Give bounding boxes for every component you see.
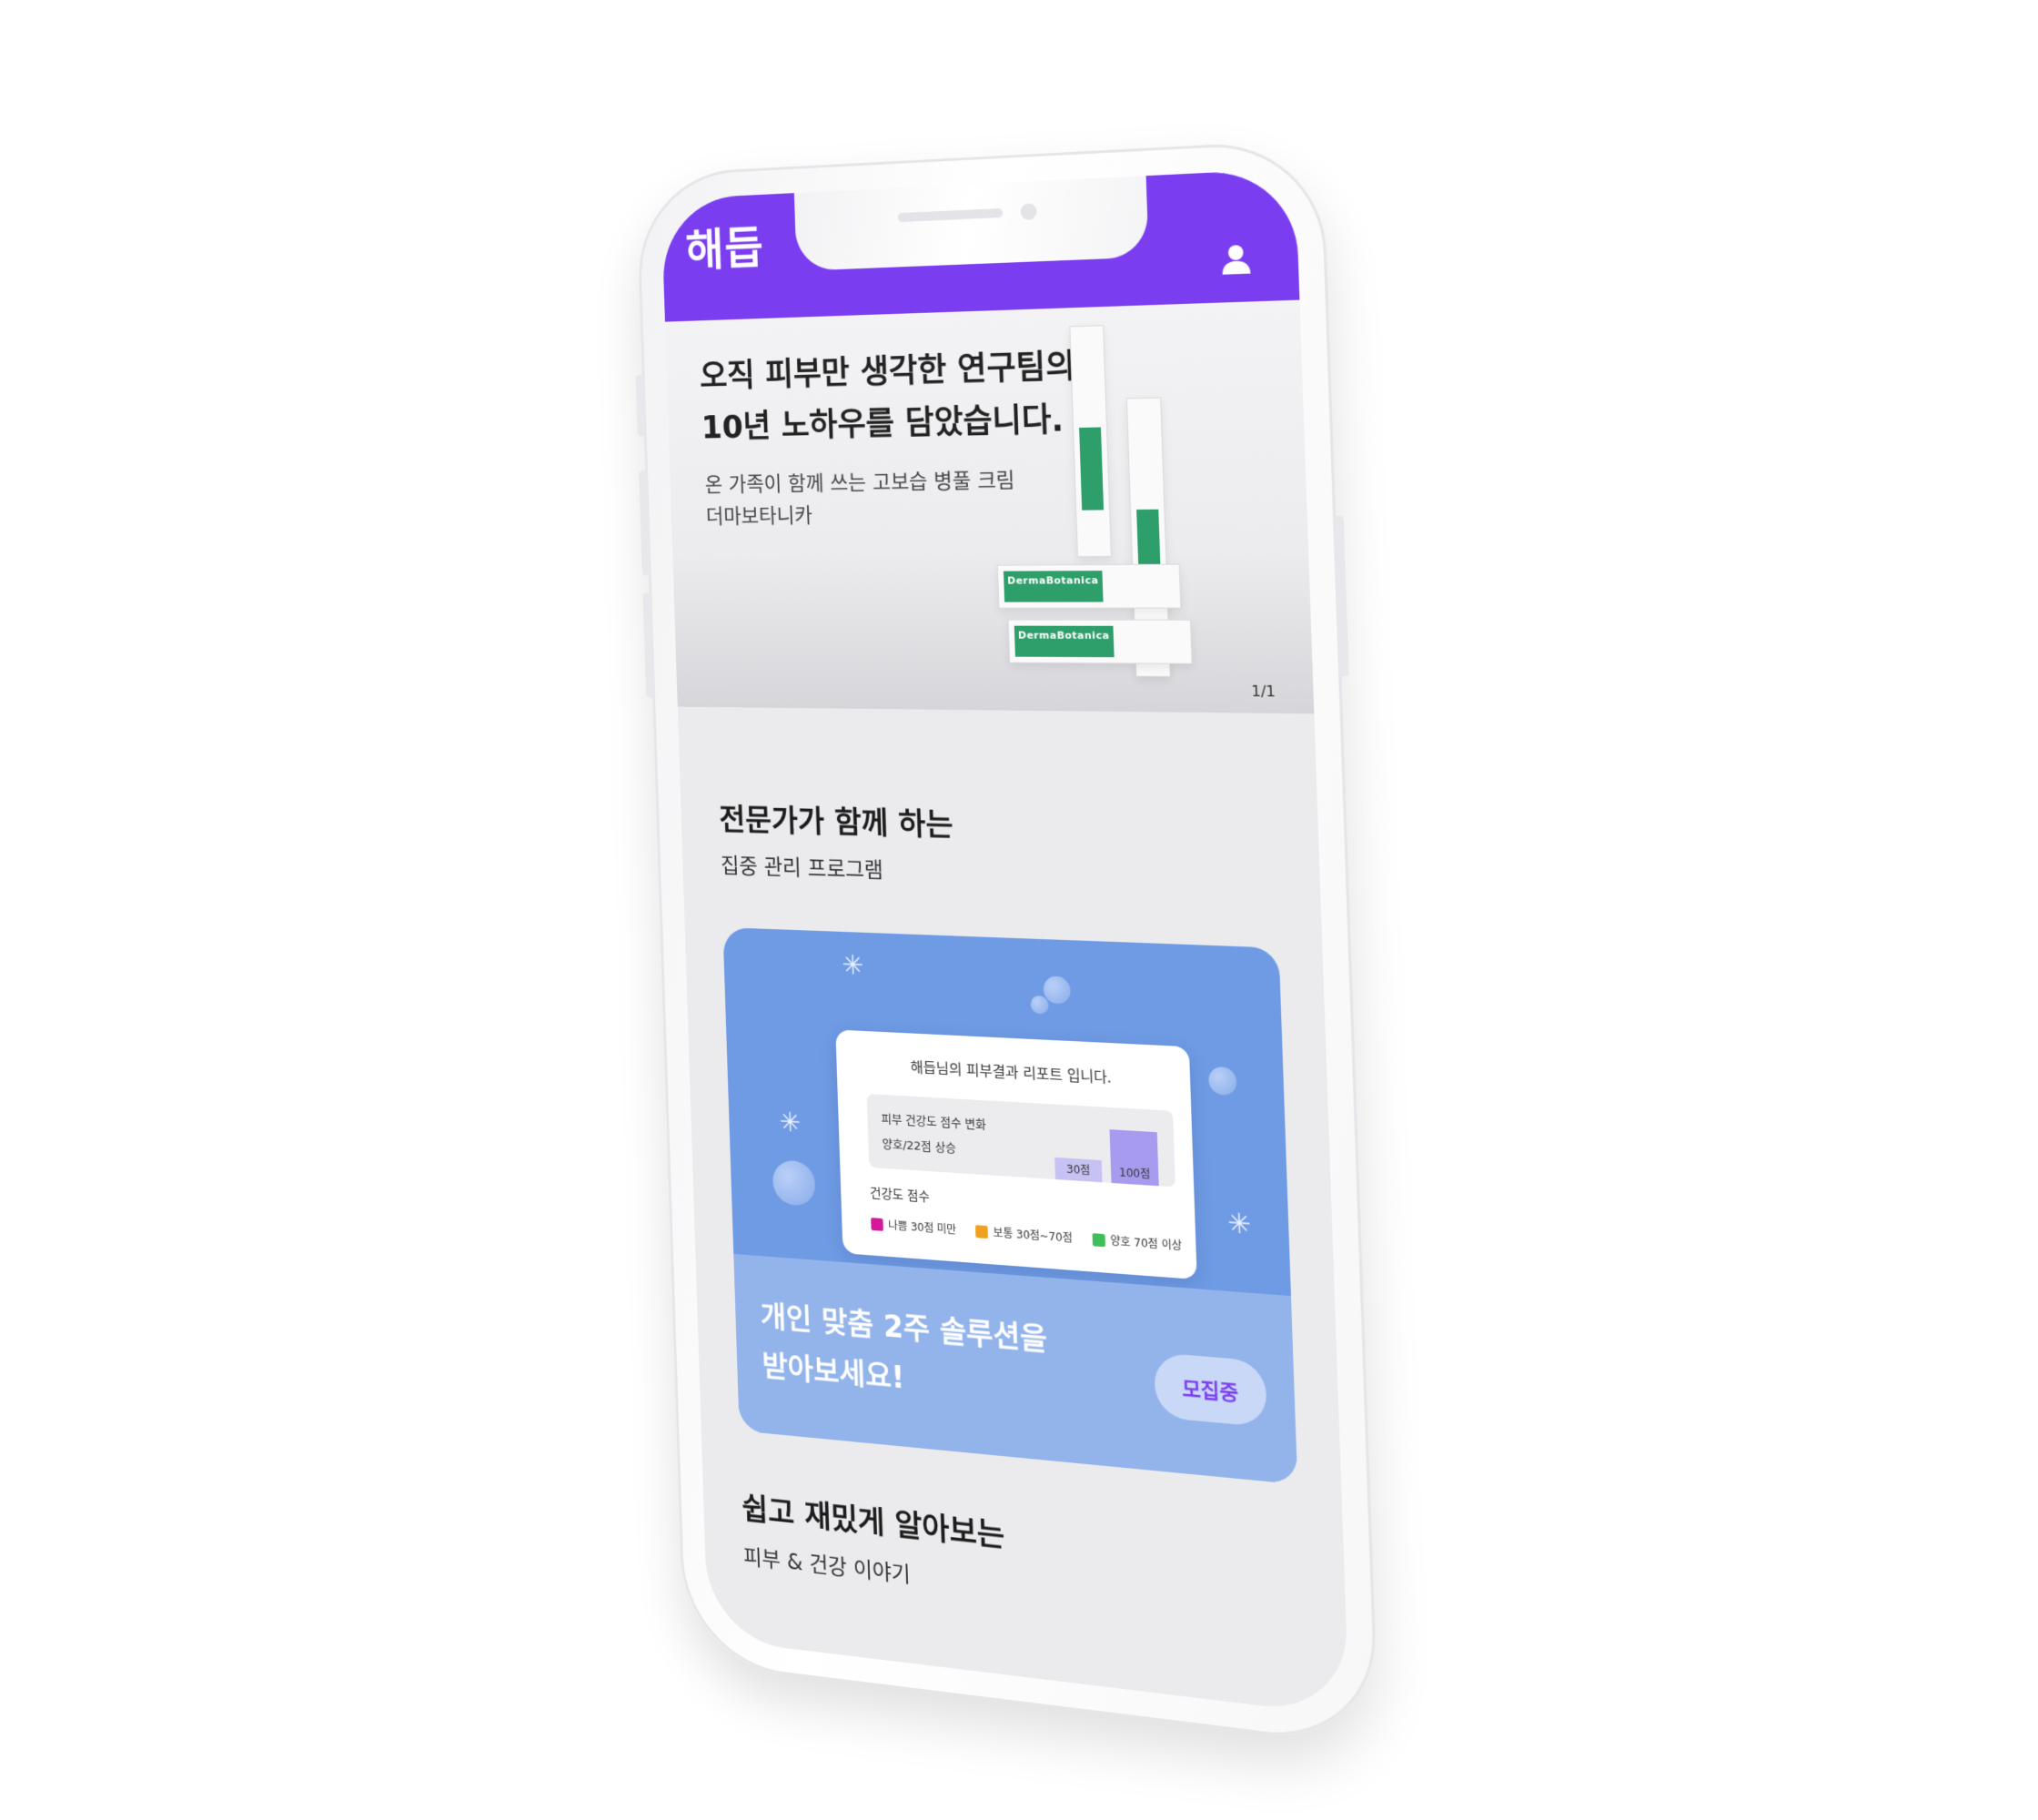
phone-screen: 해듭 오직 피부만 생각한 연구팀의 10년 노하우를 담았습니다. 온 가족이 …	[661, 168, 1350, 1716]
decor-bubble	[1030, 996, 1048, 1015]
skin-report-card: 해듭님의 피부결과 리포트 입니다. 피부 건강도 점수 변화 양호/22점 상…	[835, 1029, 1196, 1279]
decor-bubble	[772, 1159, 816, 1207]
score-change-label: 피부 건강도 점수 변화	[881, 1109, 986, 1133]
legend-title: 건강도 점수	[870, 1184, 930, 1206]
score-legend: 나쁨 30점 미만 보통 30점~70점 양호 70점 이상	[871, 1216, 1187, 1254]
hero-subtitle: 온 가족이 함께 쓰는 고보습 병풀 크림 더마보타니카	[704, 463, 1105, 533]
phone-mockup: 해듭 오직 피부만 생각한 연구팀의 10년 노하우를 담았습니다. 온 가족이 …	[636, 139, 1379, 1749]
decor-bubble	[1208, 1067, 1237, 1096]
phone-notch	[794, 176, 1149, 271]
recruiting-button[interactable]: 모집중	[1154, 1352, 1267, 1427]
sparkle-icon: ✳	[779, 1107, 801, 1139]
score-change-box: 피부 건강도 점수 변화 양호/22점 상승 30점 100점	[867, 1094, 1175, 1187]
hero-banner[interactable]: 오직 피부만 생각한 연구팀의 10년 노하우를 담았습니다. 온 가족이 함께 …	[665, 300, 1314, 714]
hero-title: 오직 피부만 생각한 연구팀의 10년 노하우를 담았습니다.	[699, 340, 1100, 454]
story-section-subtitle: 피부 & 건강 이야기	[743, 1539, 912, 1589]
mockup-stage: 해듭 오직 피부만 생각한 연구팀의 10년 노하우를 담았습니다. 온 가족이 …	[0, 0, 2038, 1820]
product-tube-vertical-1	[1069, 325, 1112, 557]
sparkle-icon: ✳	[842, 949, 864, 981]
legend-item-bad: 나쁨 30점 미만	[871, 1216, 956, 1237]
app-logo[interactable]: 해듭	[684, 212, 764, 278]
score-change-delta: 양호/22점 상승	[882, 1134, 956, 1156]
cta-text: 개인 맞춤 2주 솔루션을 받아보세요!	[760, 1291, 1149, 1426]
legend-item-good: 양호 70점 이상	[1092, 1231, 1182, 1253]
banner-pager: 1/1	[1251, 682, 1276, 701]
program-section-subtitle: 집중 관리 프로그램	[721, 848, 884, 884]
program-card[interactable]: ✳ ✳ ✳ 해듭님의 피부결과 리포트 입니다. 피부 건강도 점수 변화 양호…	[722, 927, 1297, 1484]
score-bar-after: 100점	[1110, 1129, 1159, 1186]
program-cta: 개인 맞춤 2주 솔루션을 받아보세요! 모집중	[733, 1254, 1297, 1484]
sparkle-icon: ✳	[1226, 1208, 1251, 1242]
speaker-grille	[898, 208, 1004, 222]
score-bar-before: 30점	[1054, 1158, 1102, 1182]
product-tube-horizontal-1: DermaBotanica	[997, 564, 1181, 609]
program-section-title: 전문가가 함께 하는	[719, 795, 953, 844]
user-icon[interactable]	[1216, 239, 1256, 278]
report-title: 해듭님의 피부결과 리포트 입니다.	[836, 1051, 1190, 1091]
legend-item-normal: 보통 30점~70점	[975, 1223, 1073, 1246]
front-camera	[1020, 203, 1036, 220]
product-tube-horizontal-2: DermaBotanica	[1008, 620, 1193, 664]
